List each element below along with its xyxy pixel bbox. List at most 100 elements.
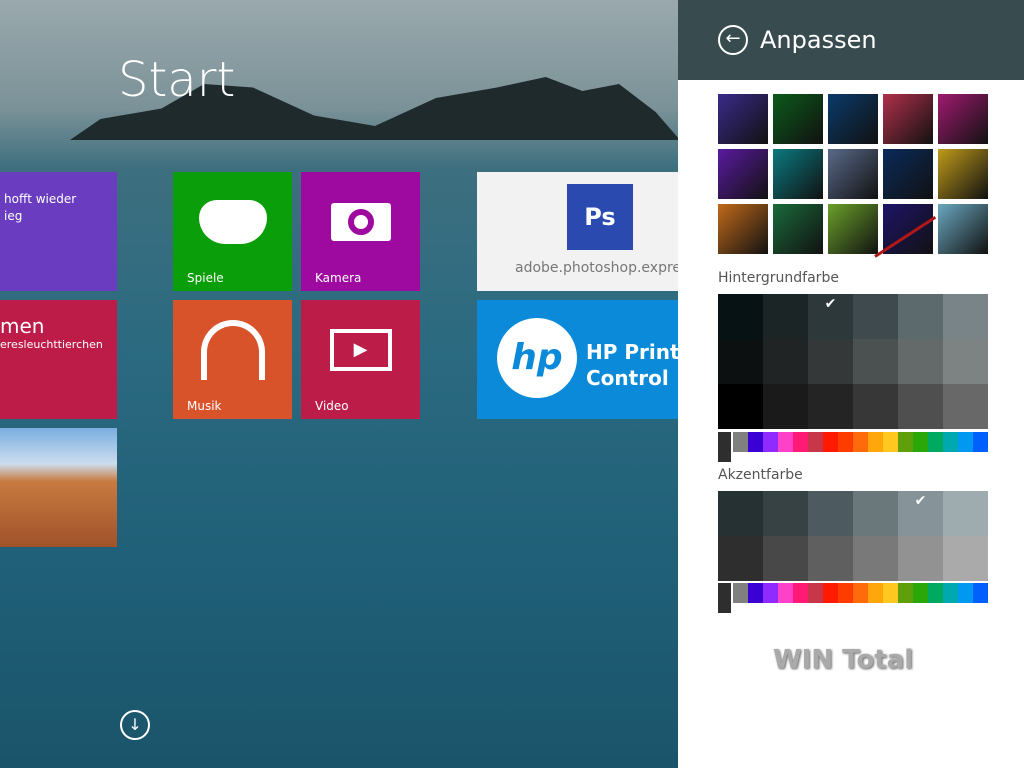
- tile-hp-print-control[interactable]: hp HP Print Control: [477, 300, 678, 419]
- hue-swatch[interactable]: [883, 432, 898, 452]
- tile-news[interactable]: hofft wieder ieg: [0, 172, 117, 291]
- hue-swatch[interactable]: [898, 432, 913, 452]
- color-swatch[interactable]: [898, 536, 943, 581]
- hue-swatch[interactable]: [928, 432, 943, 452]
- wallpaper-thumbnail[interactable]: [828, 149, 878, 199]
- wallpaper-thumbnail[interactable]: [773, 94, 823, 144]
- hue-swatch[interactable]: [868, 432, 883, 452]
- wallpaper-thumbnail[interactable]: [718, 204, 768, 254]
- tile-label: Kamera: [315, 271, 362, 285]
- wallpaper-thumbnail[interactable]: [773, 149, 823, 199]
- hue-swatch[interactable]: [958, 583, 973, 603]
- color-swatch[interactable]: [763, 384, 808, 429]
- color-swatch[interactable]: [808, 536, 853, 581]
- hue-swatch[interactable]: [958, 432, 973, 452]
- wallpaper-thumbnail[interactable]: [718, 149, 768, 199]
- wallpaper-thumbnail[interactable]: [883, 149, 933, 199]
- color-swatch[interactable]: [853, 294, 898, 339]
- hue-swatch[interactable]: [853, 583, 868, 603]
- hue-swatch[interactable]: [898, 583, 913, 603]
- hue-swatch[interactable]: [943, 432, 958, 452]
- color-swatch[interactable]: [853, 339, 898, 384]
- color-swatch[interactable]: [853, 536, 898, 581]
- color-swatch[interactable]: [763, 491, 808, 536]
- color-swatch[interactable]: [763, 294, 808, 339]
- wallpaper-thumbnail[interactable]: [938, 94, 988, 144]
- tile-camera[interactable]: Kamera: [301, 172, 420, 291]
- wallpaper-thumbnail[interactable]: [828, 94, 878, 144]
- color-swatch[interactable]: [943, 491, 988, 536]
- hue-swatch[interactable]: [853, 432, 868, 452]
- hue-swatch[interactable]: [808, 432, 823, 452]
- tile-label: adobe.photoshop.express: [515, 260, 678, 276]
- hue-swatch[interactable]: [808, 583, 823, 603]
- color-swatch[interactable]: [718, 536, 763, 581]
- hue-swatch[interactable]: [913, 432, 928, 452]
- wallpaper-thumbnail[interactable]: [938, 149, 988, 199]
- wallpaper-thumbnail[interactable]: [938, 204, 988, 254]
- tile-photoshop-express[interactable]: Ps adobe.photoshop.express: [477, 172, 678, 291]
- color-swatch[interactable]: [763, 536, 808, 581]
- tile-travel[interactable]: men eresleuchttierchen: [0, 300, 117, 419]
- color-swatch[interactable]: [853, 491, 898, 536]
- background-hue-slider[interactable]: [733, 432, 988, 452]
- hue-swatch[interactable]: [868, 583, 883, 603]
- all-apps-arrow-icon[interactable]: ↓: [120, 710, 150, 740]
- color-swatch[interactable]: [943, 536, 988, 581]
- color-swatch[interactable]: [898, 294, 943, 339]
- checkmark-icon: ✔: [824, 296, 837, 312]
- hue-swatch[interactable]: [928, 583, 943, 603]
- color-swatch[interactable]: [718, 384, 763, 429]
- color-swatch[interactable]: ✔: [898, 491, 943, 536]
- hue-swatch[interactable]: [793, 583, 808, 603]
- hue-swatch[interactable]: [778, 583, 793, 603]
- hue-swatch[interactable]: [838, 432, 853, 452]
- hue-swatch[interactable]: [973, 583, 988, 603]
- color-swatch[interactable]: [898, 339, 943, 384]
- hue-swatch[interactable]: [733, 583, 748, 603]
- hue-swatch[interactable]: [823, 432, 838, 452]
- panel-header: ← Anpassen: [678, 0, 1024, 80]
- hue-swatch[interactable]: [913, 583, 928, 603]
- hue-swatch[interactable]: [748, 432, 763, 452]
- color-swatch[interactable]: [808, 491, 853, 536]
- tile-photo[interactable]: [0, 428, 117, 547]
- color-swatch[interactable]: [943, 384, 988, 429]
- background-slider-handle[interactable]: [718, 432, 731, 462]
- color-swatch[interactable]: [718, 491, 763, 536]
- color-swatch[interactable]: [808, 384, 853, 429]
- video-icon: ▶: [329, 328, 392, 371]
- hue-swatch[interactable]: [778, 432, 793, 452]
- hue-swatch[interactable]: [763, 583, 778, 603]
- hue-swatch[interactable]: [763, 432, 778, 452]
- hue-swatch[interactable]: [823, 583, 838, 603]
- color-swatch[interactable]: [718, 294, 763, 339]
- hue-swatch[interactable]: [943, 583, 958, 603]
- tile-games[interactable]: Spiele: [173, 172, 292, 291]
- hue-swatch[interactable]: [973, 432, 988, 452]
- color-swatch[interactable]: [943, 339, 988, 384]
- hue-swatch[interactable]: [883, 583, 898, 603]
- color-swatch[interactable]: [853, 384, 898, 429]
- photoshop-logo: Ps: [567, 184, 633, 250]
- color-swatch[interactable]: [808, 339, 853, 384]
- color-swatch[interactable]: [943, 294, 988, 339]
- color-swatch[interactable]: ✔: [808, 294, 853, 339]
- color-swatch[interactable]: [898, 384, 943, 429]
- wallpaper-thumbnail[interactable]: [718, 94, 768, 144]
- accent-hue-slider[interactable]: [733, 583, 988, 603]
- wallpaper-thumbnail[interactable]: [828, 204, 878, 254]
- hue-swatch[interactable]: [733, 432, 748, 452]
- accent-slider-handle[interactable]: [718, 583, 731, 613]
- hue-swatch[interactable]: [838, 583, 853, 603]
- hue-swatch[interactable]: [793, 432, 808, 452]
- hp-line-2: Control: [586, 366, 669, 390]
- tile-music[interactable]: Musik: [173, 300, 292, 419]
- back-arrow-icon[interactable]: ←: [718, 25, 748, 55]
- tile-video[interactable]: ▶ Video: [301, 300, 420, 419]
- wallpaper-thumbnail[interactable]: [883, 94, 933, 144]
- color-swatch[interactable]: [718, 339, 763, 384]
- hue-swatch[interactable]: [748, 583, 763, 603]
- wallpaper-thumbnail[interactable]: [773, 204, 823, 254]
- color-swatch[interactable]: [763, 339, 808, 384]
